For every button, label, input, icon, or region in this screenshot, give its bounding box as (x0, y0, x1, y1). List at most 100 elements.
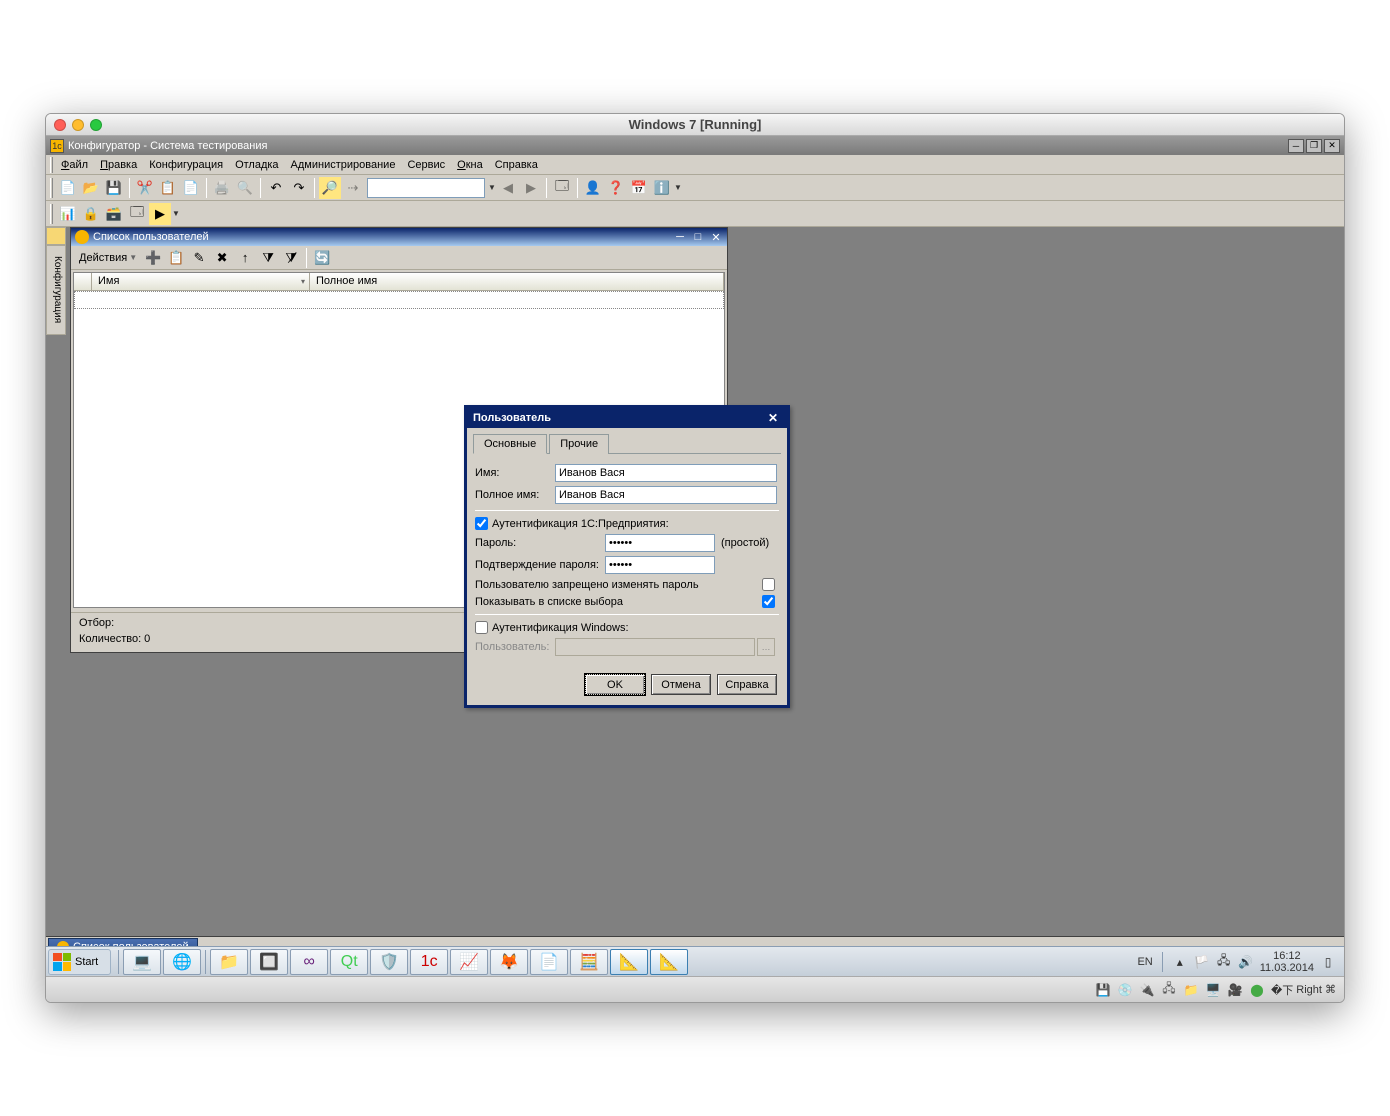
userlist-max-icon[interactable]: □ (691, 230, 705, 244)
vm-shared-icon[interactable]: 📁 (1183, 982, 1199, 998)
findnext2-icon[interactable]: ▶ (520, 177, 542, 199)
print-icon[interactable]: 🖨️ (211, 177, 233, 199)
new-row[interactable] (74, 291, 724, 309)
taskbar-app-calc[interactable]: 🧮 (570, 949, 608, 975)
dialog-titlebar[interactable]: Пользователь ✕ (467, 408, 787, 428)
vm-usb-icon[interactable]: 🔌 (1139, 982, 1155, 998)
run-icon[interactable]: ▶ (149, 203, 171, 225)
menu-config[interactable]: Конфигурация (143, 157, 229, 173)
undo-icon[interactable]: ↶ (265, 177, 287, 199)
db-icon[interactable]: 📊 (57, 203, 79, 225)
fullname-field[interactable] (555, 486, 777, 504)
menu-file[interactable]: Файл (55, 157, 94, 173)
menu-service[interactable]: Сервис (401, 157, 451, 173)
col-fullname[interactable]: Полное имя (310, 273, 724, 290)
about-icon[interactable]: ℹ️ (651, 177, 673, 199)
tray-lang[interactable]: EN (1137, 956, 1152, 968)
lock-icon[interactable]: 🔒 (80, 203, 102, 225)
menu-admin[interactable]: Администрирование (285, 157, 402, 173)
filter-icon[interactable]: ⧩ (257, 247, 279, 269)
vm-hdd-icon[interactable]: 💾 (1095, 982, 1111, 998)
window-icon[interactable]: 🗔 (551, 177, 573, 199)
config-tab[interactable]: Конфигурация (46, 245, 66, 335)
vm-cd-icon[interactable]: 💿 (1117, 982, 1133, 998)
new-icon[interactable]: 📄 (57, 177, 79, 199)
refresh-icon[interactable]: 🔄 (311, 247, 333, 269)
vm-video-icon[interactable]: 🎥 (1227, 982, 1243, 998)
window2-icon[interactable]: 🗔 (126, 203, 148, 225)
copy-row-icon[interactable]: 📋 (165, 247, 187, 269)
tray-showdesktop[interactable]: ▯ (1320, 954, 1336, 970)
minimize-button[interactable]: ─ (1288, 139, 1304, 153)
cancel-button[interactable]: Отмена (651, 674, 711, 695)
start-button[interactable]: Start (48, 949, 111, 975)
userlist-min-icon[interactable]: ─ (673, 230, 687, 244)
tab-main[interactable]: Основные (473, 434, 547, 454)
taskbar-app-helmet[interactable]: 🛡️ (370, 949, 408, 975)
edit-icon[interactable]: ✎ (188, 247, 210, 269)
help-icon[interactable]: ❓ (605, 177, 627, 199)
delete-icon[interactable]: ✖ (211, 247, 233, 269)
menu-help[interactable]: Справка (489, 157, 544, 173)
taskbar-app-config[interactable]: 📐 (610, 949, 648, 975)
taskbar-app-grid[interactable]: 🔲 (250, 949, 288, 975)
filteroff-icon[interactable]: ⧩̸ (280, 247, 302, 269)
moveup-icon[interactable]: ↑ (234, 247, 256, 269)
name-field[interactable] (555, 464, 777, 482)
redo-icon[interactable]: ↷ (288, 177, 310, 199)
tray-up-icon[interactable]: ▴ (1172, 954, 1188, 970)
tray-sound-icon[interactable]: 🔊 (1238, 954, 1254, 970)
password-field[interactable] (605, 534, 715, 552)
taskbar-app-chrome[interactable]: 🌐 (163, 949, 201, 975)
search-combo[interactable] (367, 178, 485, 198)
find-next-icon[interactable]: ⇢ (342, 177, 364, 199)
taskbar-app-explorer[interactable]: 💻 (123, 949, 161, 975)
winuser-browse-button[interactable]: … (757, 638, 775, 656)
dialog-close-icon[interactable]: ✕ (765, 411, 781, 425)
auth-win-checkbox[interactable] (475, 621, 488, 634)
tray-clock[interactable]: 16:12 11.03.2014 (1260, 950, 1314, 974)
vm-net-icon[interactable]: 🖧 (1161, 982, 1177, 998)
config-tab-icon[interactable] (46, 227, 66, 245)
findprev-icon[interactable]: ◀ (497, 177, 519, 199)
taskbar-app-qt[interactable]: Qt (330, 949, 368, 975)
calendar-icon[interactable]: 📅 (628, 177, 650, 199)
find-icon[interactable]: 🔎 (319, 177, 341, 199)
taskbar-app-vs[interactable]: ∞ (290, 949, 328, 975)
actions-menu[interactable]: Действия▼ (75, 250, 141, 266)
col-name[interactable]: Имя▾ (92, 273, 310, 290)
tray-flag-icon[interactable]: 🏳️ (1194, 954, 1210, 970)
open-icon[interactable]: 📂 (80, 177, 102, 199)
vm-display-icon[interactable]: 🖥️ (1205, 982, 1221, 998)
help-button[interactable]: Справка (717, 674, 777, 695)
copy-icon[interactable]: 📋 (157, 177, 179, 199)
noedit-checkbox[interactable] (762, 578, 775, 591)
cut-icon[interactable]: ✂️ (134, 177, 156, 199)
tab-other[interactable]: Прочие (549, 434, 609, 454)
taskbar-app-folder[interactable]: 📁 (210, 949, 248, 975)
restore-button[interactable]: ❐ (1306, 139, 1322, 153)
vm-mouse-icon[interactable]: ⬤ (1249, 982, 1265, 998)
ok-button[interactable]: OK (585, 674, 645, 695)
syntax-icon[interactable]: 👤 (582, 177, 604, 199)
confirm-field[interactable] (605, 556, 715, 574)
taskbar-app-config2[interactable]: 📐 (650, 949, 688, 975)
add-icon[interactable]: ➕ (142, 247, 164, 269)
userlist-titlebar[interactable]: Список пользователей ─ □ ✕ (71, 228, 727, 246)
taskbar-app-1c[interactable]: 1с (410, 949, 448, 975)
taskbar-app-ff[interactable]: 🦊 (490, 949, 528, 975)
auth-1c-checkbox[interactable] (475, 517, 488, 530)
store-icon[interactable]: 🗃️ (103, 203, 125, 225)
tray-net-icon[interactable]: 🖧 (1216, 954, 1232, 970)
menu-debug[interactable]: Отладка (229, 157, 284, 173)
taskbar-app-chart[interactable]: 📈 (450, 949, 488, 975)
userlist-close-icon[interactable]: ✕ (709, 230, 723, 244)
save-icon[interactable]: 💾 (103, 177, 125, 199)
preview-icon[interactable]: 🔍 (234, 177, 256, 199)
menu-edit[interactable]: Правка (94, 157, 143, 173)
menu-windows[interactable]: Окна (451, 157, 489, 173)
taskbar-app-doc[interactable]: 📄 (530, 949, 568, 975)
showlist-checkbox[interactable] (762, 595, 775, 608)
close-button[interactable]: ✕ (1324, 139, 1340, 153)
paste-icon[interactable]: 📄 (180, 177, 202, 199)
